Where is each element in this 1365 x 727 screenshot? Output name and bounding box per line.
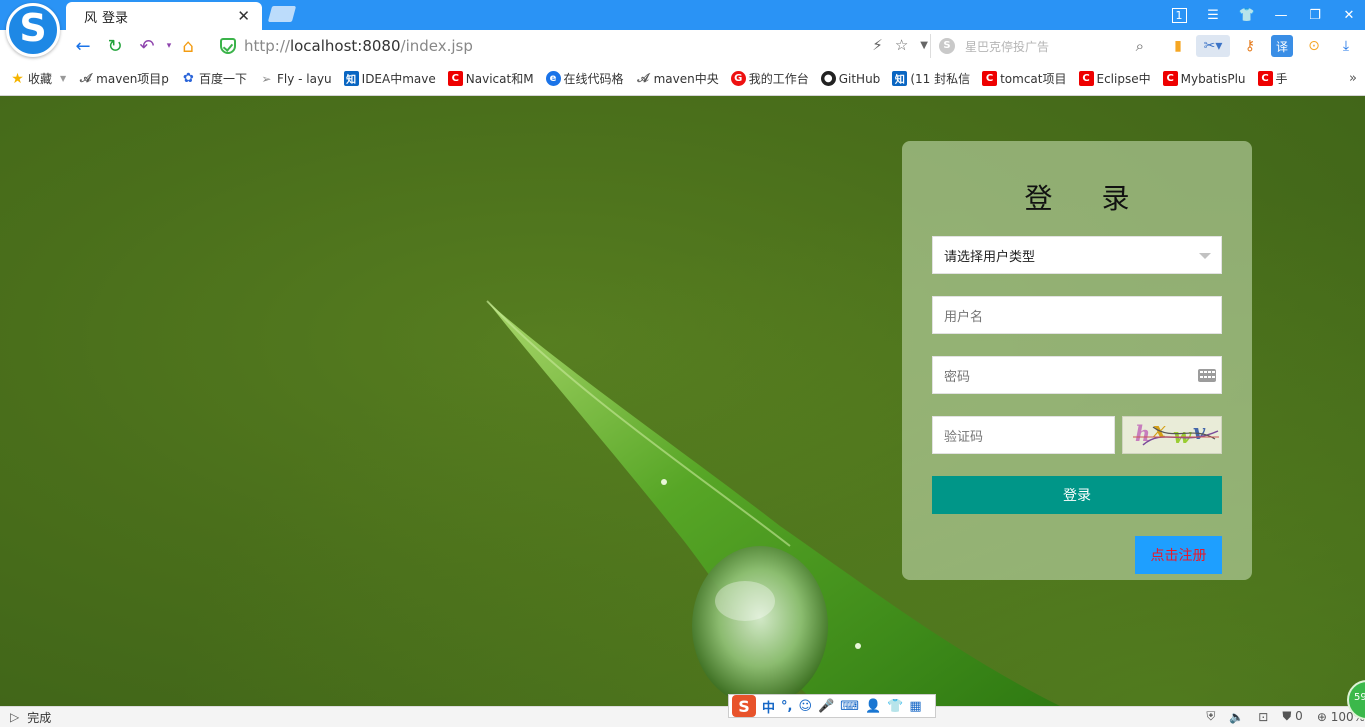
- csdn-icon: C: [1078, 71, 1094, 86]
- download-icon[interactable]: ⤓: [1335, 35, 1357, 57]
- close-window-button[interactable]: ✕: [1336, 5, 1362, 25]
- bookmark-item[interactable]: C手: [1257, 70, 1288, 87]
- captcha-input[interactable]: 验证码: [932, 416, 1115, 454]
- login-button[interactable]: 登录: [932, 476, 1222, 514]
- star-icon: ★: [11, 70, 24, 87]
- csdn-icon: C: [1257, 71, 1273, 86]
- star-icon[interactable]: ☆: [895, 36, 908, 56]
- bookmark-item[interactable]: ➢ Fly - layu: [259, 71, 331, 86]
- page-viewport: 登 录 请选择用户类型 用户名 密码 验证码 h x w v 登录 点击注册: [0, 96, 1365, 706]
- browser-logo[interactable]: S: [6, 3, 60, 57]
- close-tab-icon[interactable]: ✕: [237, 7, 250, 25]
- shield-icon[interactable]: ⛨: [1206, 709, 1215, 724]
- adblock-icon[interactable]: ⛊ 0: [1282, 709, 1302, 724]
- captcha-image[interactable]: h x w v: [1122, 416, 1222, 454]
- address-bar[interactable]: http://localhost:8080/index.jsp ⚡ ☆ ▼: [212, 33, 928, 59]
- bookmark-item[interactable]: e 在线代码格: [545, 70, 624, 87]
- search-box[interactable]: S 星巴克停投广告 ⌕: [930, 34, 1150, 58]
- csdn-icon: C: [982, 71, 998, 86]
- grid-icon[interactable]: ▦: [909, 699, 921, 714]
- bookmark-item[interactable]: C MybatisPlu: [1162, 71, 1246, 86]
- bookmark-item[interactable]: ✿ 百度一下: [181, 70, 247, 87]
- bookmark-item[interactable]: 𝒜maven中央: [636, 70, 718, 87]
- bookmark-favorites[interactable]: ★ 收藏 ▼: [10, 70, 66, 87]
- new-tab-button[interactable]: [267, 6, 297, 22]
- tab-title: 登录: [102, 10, 129, 26]
- tab-login[interactable]: 风 登录 ✕: [66, 2, 262, 30]
- search-engine-icon: S: [939, 38, 955, 54]
- undo-icon[interactable]: ↶: [136, 35, 158, 57]
- scissors-icon[interactable]: ✂▾: [1196, 35, 1230, 57]
- username-input[interactable]: 用户名: [932, 296, 1222, 334]
- volume-icon[interactable]: 🔈: [1229, 710, 1244, 724]
- microphone-icon[interactable]: 🎤: [818, 699, 834, 714]
- url-text: http://localhost:8080/index.jsp: [244, 37, 473, 55]
- bookmark-item[interactable]: 𝒜maven项目p: [78, 70, 169, 87]
- csdn-icon: C: [447, 71, 463, 86]
- chevron-down-icon: [1199, 253, 1211, 259]
- bookmarks-bar: ★ 收藏 ▼ 𝒜maven项目p ✿ 百度一下 ➢ Fly - layu 知 IDEA中m…: [0, 62, 1365, 96]
- status-text: 完成: [27, 710, 52, 725]
- minimize-button[interactable]: —: [1268, 5, 1294, 25]
- maximize-button[interactable]: ❐: [1302, 5, 1328, 25]
- bookmark-item[interactable]: C Eclipse中: [1078, 70, 1151, 87]
- tab-count-icon[interactable]: 1: [1166, 5, 1192, 25]
- bookmark-item[interactable]: Ctomcat项目: [982, 70, 1067, 87]
- globe-icon: e: [545, 71, 561, 86]
- keyboard-icon[interactable]: [1198, 369, 1216, 382]
- search-icon[interactable]: ⌕: [1136, 37, 1144, 55]
- shirt-icon[interactable]: 👕: [887, 699, 903, 714]
- csdn-icon: C: [1162, 71, 1178, 86]
- home-icon[interactable]: ⌂: [177, 35, 199, 57]
- title-bar: S 风 登录 ✕ 1 ☰ 👕 — ❐ ✕: [0, 0, 1365, 57]
- key-icon[interactable]: ⚷: [1239, 35, 1261, 57]
- github-icon: ●: [820, 71, 836, 86]
- navigation-bar: ← ↻ ↶ ▾ ⌂ http://localhost:8080/index.js…: [0, 30, 1365, 62]
- extension-user-icon[interactable]: ▮: [1167, 35, 1189, 57]
- sogou-logo-icon[interactable]: S: [732, 695, 756, 717]
- ime-toolbar: S 中 °, ☺ 🎤 ⌨ 👤 👕 ▦: [728, 694, 936, 718]
- feather-icon: 𝒜: [637, 71, 649, 85]
- bookmark-item[interactable]: ● GitHub: [820, 71, 880, 86]
- skin-icon[interactable]: 👕: [1234, 5, 1260, 25]
- user-icon[interactable]: 👤: [865, 699, 881, 714]
- user-type-select[interactable]: 请选择用户类型: [932, 236, 1222, 274]
- bookmark-item[interactable]: 知 IDEA中mave: [343, 70, 436, 87]
- baidu-paw-icon: ✿: [182, 71, 194, 86]
- translate-icon[interactable]: 译: [1271, 35, 1293, 57]
- ime-mode[interactable]: 中: [762, 697, 775, 716]
- emoji-icon[interactable]: ☺: [798, 699, 812, 714]
- keyboard-icon[interactable]: ⌨: [840, 699, 859, 714]
- search-placeholder: 星巴克停投广告: [965, 39, 1050, 54]
- bookmark-item[interactable]: C Navicat和M: [447, 70, 534, 87]
- play-icon[interactable]: ▷: [10, 710, 19, 724]
- captcha-placeholder: 验证码: [944, 429, 984, 445]
- zhihu-icon: 知: [892, 71, 908, 86]
- chevron-down-icon[interactable]: ▼: [920, 36, 928, 56]
- lightning-icon[interactable]: ⚡: [872, 36, 883, 56]
- workbench-icon: G: [730, 71, 746, 86]
- secure-shield-icon: [220, 38, 236, 54]
- login-title: 登 录: [1024, 182, 1150, 215]
- paper-plane-icon: ➢: [261, 71, 272, 86]
- ime-punctuation[interactable]: °,: [781, 699, 792, 714]
- bookmark-item[interactable]: G 我的工作台: [730, 70, 809, 87]
- status-bar: ▷ 完成 ⛨ 🔈 ⊡ ⛊ 0 ⊕ 100%: [0, 706, 1365, 727]
- register-button[interactable]: 点击注册: [1135, 536, 1222, 574]
- login-panel: 登 录 请选择用户类型 用户名 密码 验证码 h x w v 登录 点击注册: [902, 141, 1252, 580]
- more-bookmarks-icon[interactable]: »: [1349, 71, 1357, 86]
- back-icon[interactable]: ←: [72, 35, 94, 57]
- tab-favicon: 风: [84, 10, 98, 26]
- bookmark-item[interactable]: 知 (11 封私信: [892, 70, 970, 87]
- username-placeholder: 用户名: [944, 309, 984, 325]
- feather-icon: 𝒜: [79, 71, 92, 85]
- refresh-icon[interactable]: ↻: [104, 35, 126, 57]
- more-icon[interactable]: ⊙: [1303, 35, 1325, 57]
- zhihu-icon: 知: [343, 71, 359, 86]
- download-manager-icon[interactable]: ⊡: [1258, 710, 1268, 724]
- menu-icon[interactable]: ☰: [1200, 5, 1226, 25]
- user-type-placeholder: 请选择用户类型: [944, 249, 1036, 265]
- password-input[interactable]: 密码: [932, 356, 1222, 394]
- password-placeholder: 密码: [944, 369, 971, 385]
